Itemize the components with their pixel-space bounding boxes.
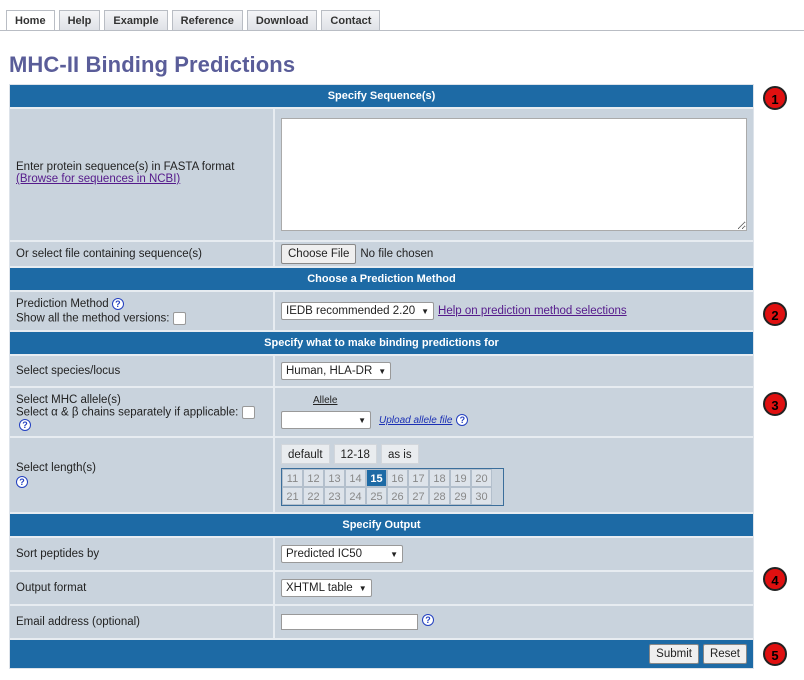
length-cell-21[interactable]: 21 — [282, 487, 303, 505]
tab-contact[interactable]: Contact — [321, 10, 381, 30]
section-header-method: Choose a Prediction Method — [10, 268, 753, 292]
email-row: Email address (optional) ? — [10, 606, 753, 640]
help-icon[interactable]: ? — [16, 476, 28, 488]
help-icon[interactable]: ? — [422, 614, 434, 626]
nav-tabs: Home Help Example Reference Download Con… — [6, 10, 384, 31]
sort-select-value: Predicted IC50 — [286, 548, 363, 560]
length-cell-16[interactable]: 16 — [387, 469, 408, 487]
length-cell-17[interactable]: 17 — [408, 469, 429, 487]
length-row: Select length(s) ? default 12-18 as is 11 1… — [10, 438, 753, 514]
show-all-checkbox[interactable] — [172, 311, 186, 325]
species-select-value: Human, HLA-DR — [286, 365, 373, 377]
annotation-marker-3: 3 — [763, 392, 787, 416]
fasta-label: Enter protein sequence(s) in FASTA forma… — [16, 161, 235, 173]
method-select[interactable]: IEDB recommended 2.20 ▼ — [281, 302, 435, 320]
chevron-down-icon: ▼ — [358, 415, 366, 425]
show-all-label: Show all the method versions: — [16, 312, 170, 325]
length-cell-27[interactable]: 27 — [408, 487, 429, 505]
format-row: Output format XHTML table ▼ — [10, 572, 753, 606]
tab-divider — [0, 30, 804, 31]
length-cell-24[interactable]: 24 — [345, 487, 366, 505]
email-label: Email address (optional) — [16, 616, 141, 628]
section-header-sequence: Specify Sequence(s) — [10, 85, 753, 109]
tab-home[interactable]: Home — [6, 10, 55, 31]
format-select-value: XHTML table — [286, 582, 353, 594]
length-cell-26[interactable]: 26 — [387, 487, 408, 505]
format-select[interactable]: XHTML table ▼ — [281, 579, 372, 597]
length-cell-15[interactable]: 15 — [366, 469, 387, 487]
tab-download[interactable]: Download — [246, 10, 318, 30]
reset-button[interactable]: Reset — [702, 644, 747, 664]
length-cell-20[interactable]: 20 — [471, 469, 492, 487]
help-icon[interactable]: ? — [19, 418, 31, 431]
fasta-row: Enter protein sequence(s) in FASTA forma… — [10, 109, 753, 242]
annotation-marker-5: 5 — [763, 642, 787, 666]
length-cell-30[interactable]: 30 — [471, 487, 492, 505]
chevron-down-icon: ▼ — [358, 583, 367, 593]
file-status: No file chosen — [360, 248, 434, 260]
tab-help[interactable]: Help — [58, 10, 101, 30]
sequence-textarea[interactable] — [281, 118, 747, 231]
length-cell-22[interactable]: 22 — [303, 487, 324, 505]
annotation-marker-1: 1 — [763, 86, 787, 110]
help-icon[interactable]: ? — [456, 414, 469, 426]
allele-label: Select MHC allele(s) — [16, 393, 121, 406]
chevron-down-icon: ▼ — [378, 366, 387, 376]
length-cell-25[interactable]: 25 — [366, 487, 387, 505]
method-select-value: IEDB recommended 2.20 — [286, 305, 416, 317]
form-footer: Submit Reset — [10, 640, 753, 668]
email-input[interactable] — [281, 614, 418, 630]
length-12-18-button[interactable]: 12-18 — [333, 444, 377, 464]
annotation-marker-4: 4 — [763, 567, 787, 591]
length-as-is-button[interactable]: as is — [380, 444, 419, 464]
allele-select[interactable]: ▼ — [281, 411, 371, 429]
file-row: Or select file containing sequence(s) Ch… — [10, 242, 753, 268]
allele-header: Allele — [313, 395, 338, 406]
tab-example[interactable]: Example — [104, 10, 168, 30]
method-row: Prediction Method ? Show all the method … — [10, 292, 753, 332]
tab-reference[interactable]: Reference — [171, 10, 243, 30]
length-cell-19[interactable]: 19 — [450, 469, 471, 487]
choose-file-button[interactable]: Choose File — [281, 244, 357, 264]
sort-row: Sort peptides by Predicted IC50 ▼ — [10, 538, 753, 572]
species-select[interactable]: Human, HLA-DR ▼ — [281, 362, 392, 380]
length-cell-11[interactable]: 11 — [282, 469, 303, 487]
species-row: Select species/locus Human, HLA-DR ▼ — [10, 356, 753, 388]
chains-label: Select α & β chains separately if applic… — [16, 406, 239, 419]
format-label: Output format — [16, 582, 87, 594]
method-label: Prediction Method — [16, 297, 109, 310]
chains-checkbox[interactable] — [241, 405, 255, 419]
length-cell-28[interactable]: 28 — [429, 487, 450, 505]
length-cell-13[interactable]: 13 — [324, 469, 345, 487]
prediction-form: Specify Sequence(s) Enter protein sequen… — [9, 84, 754, 669]
upload-allele-link[interactable]: Upload allele file — [379, 415, 452, 426]
section-header-binding: Specify what to make binding predictions… — [10, 332, 753, 356]
chevron-down-icon: ▼ — [421, 306, 430, 316]
page-title: MHC-II Binding Predictions — [9, 52, 296, 77]
length-default-button[interactable]: default — [281, 444, 330, 464]
species-label: Select species/locus — [16, 365, 121, 377]
length-cell-18[interactable]: 18 — [429, 469, 450, 487]
chevron-down-icon: ▼ — [390, 549, 398, 559]
ncbi-link[interactable]: (Browse for sequences in NCBI) — [16, 173, 267, 185]
length-label: Select length(s) — [16, 462, 96, 474]
section-header-output: Specify Output — [10, 514, 753, 538]
sort-label: Sort peptides by — [16, 548, 100, 560]
allele-row: Select MHC allele(s) Select α & β chains… — [10, 388, 753, 438]
submit-button[interactable]: Submit — [649, 644, 699, 664]
annotation-marker-2: 2 — [763, 302, 787, 326]
file-label: Or select file containing sequence(s) — [16, 248, 203, 260]
length-cell-29[interactable]: 29 — [450, 487, 471, 505]
length-cell-12[interactable]: 12 — [303, 469, 324, 487]
length-cell-14[interactable]: 14 — [345, 469, 366, 487]
method-help-link[interactable]: Help on prediction method selections — [438, 305, 627, 317]
length-cell-23[interactable]: 23 — [324, 487, 345, 505]
help-icon[interactable]: ? — [111, 297, 124, 310]
length-grid: 11 12 13 14 15 16 17 18 19 20 21 22 23 24 25 26 27 28 29 30 — [281, 468, 504, 506]
sort-select[interactable]: Predicted IC50 ▼ — [281, 545, 403, 563]
